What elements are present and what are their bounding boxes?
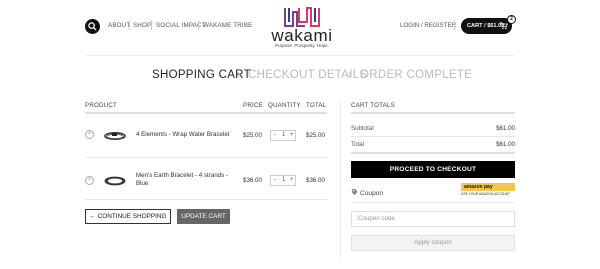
search-button[interactable]	[85, 19, 100, 34]
column-product: PRODUCT	[85, 102, 117, 109]
cart-button[interactable]: CART / $61.00	[461, 18, 512, 34]
brand-tagline: Purpose. Prosperity. Hope.	[275, 43, 329, 48]
table-header-divider	[85, 112, 327, 114]
totals-divider	[351, 152, 515, 154]
amazon-pay-logo: amazon pay	[461, 183, 515, 191]
quantity-stepper[interactable]: - 1 +	[270, 175, 296, 186]
amazon-pay-caption: USE YOUR AMAZON ACCOUNT	[461, 192, 511, 196]
product-name-link[interactable]: Men's Earth Bracelet - 4 strands -	[136, 172, 228, 180]
total-label: Total	[351, 141, 365, 148]
wakami-logo-icon[interactable]	[283, 6, 321, 28]
column-divider	[340, 101, 341, 261]
cart-count-badge: 2	[507, 15, 516, 24]
proceed-to-checkout-button[interactable]: PROCEED TO CHECKOUT	[351, 161, 515, 178]
nav-wakame-tribe[interactable]: WAKAME TRIBE	[203, 22, 253, 29]
quantity-decrease-button[interactable]: -	[274, 177, 276, 183]
coupon-code-input[interactable]: Coupon code	[351, 211, 515, 227]
totals-divider	[351, 136, 515, 137]
product-name-link[interactable]: 4 Elements - Wrap Water Bracelet	[136, 131, 230, 139]
continue-shopping-button[interactable]: ← CONTINUE SHOPPING	[85, 209, 171, 224]
nav-shop[interactable]: SHOP	[133, 22, 151, 29]
item-total: $36.00	[306, 177, 325, 184]
quantity-input[interactable]: 1	[282, 132, 285, 138]
column-total: TOTAL	[306, 102, 327, 109]
total-value: $61.00	[496, 141, 515, 148]
subtotal-label: Subtotal	[351, 125, 374, 132]
remove-item-button[interactable]: ×	[85, 176, 94, 185]
search-icon	[88, 22, 97, 31]
remove-item-button[interactable]: ×	[85, 130, 94, 139]
cart-icon	[500, 22, 508, 30]
step-order-complete[interactable]: ORDER COMPLETE	[360, 69, 472, 81]
tag-icon	[351, 188, 358, 196]
nav-about[interactable]: ABOUT	[108, 22, 130, 29]
login-register-link[interactable]: LOGIN / REGISTER	[400, 22, 456, 29]
cart-total-label: CART / $61.00	[467, 23, 505, 29]
quantity-decrease-button[interactable]: -	[274, 132, 276, 138]
coupon-divider	[351, 202, 515, 203]
apply-coupon-button[interactable]: Apply coupon	[351, 235, 515, 251]
nav-divider	[198, 20, 199, 30]
nav-divider	[151, 20, 152, 30]
step-separator: ›	[237, 69, 242, 81]
nav-divider	[454, 20, 455, 30]
quantity-stepper[interactable]: - 1 +	[270, 130, 296, 141]
row-divider	[85, 199, 327, 200]
subtotal-value: $61.00	[496, 125, 515, 132]
item-total: $25.00	[306, 132, 325, 139]
quantity-input[interactable]: 1	[282, 177, 285, 183]
header-divider	[85, 55, 515, 56]
cart-totals-title: CART TOTALS	[351, 102, 395, 109]
nav-divider	[129, 20, 130, 30]
item-price: $25.00	[243, 132, 262, 139]
update-cart-button[interactable]: UPDATE CART	[177, 209, 230, 224]
column-quantity: QUANTITY	[268, 102, 301, 109]
item-price: $36.00	[243, 177, 262, 184]
quantity-increase-button[interactable]: +	[290, 132, 294, 138]
quantity-increase-button[interactable]: +	[290, 177, 294, 183]
totals-header-divider	[351, 112, 515, 114]
column-price: PRICE	[243, 102, 263, 109]
product-thumbnail-earth-bracelet[interactable]	[103, 173, 127, 189]
coupon-label: Coupon	[360, 190, 384, 197]
amazon-pay-button[interactable]: amazon pay USE YOUR AMAZON ACCOUNT	[461, 183, 515, 197]
product-thumbnail-water-bracelet[interactable]	[103, 128, 127, 144]
row-divider	[85, 157, 327, 158]
step-separator: ›	[348, 69, 353, 81]
product-name-link[interactable]: Blue	[136, 180, 148, 188]
